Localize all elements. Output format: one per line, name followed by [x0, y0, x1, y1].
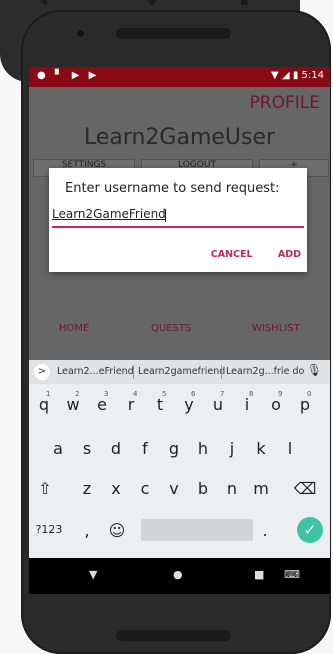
key-w[interactable]: w [61, 395, 85, 414]
enter-key-check-icon[interactable]: ✓ [297, 517, 323, 543]
suggestion-divider [133, 365, 134, 379]
key-x[interactable]: x [104, 479, 128, 498]
back-icon[interactable]: ▼ [89, 568, 97, 581]
camera-icon [77, 30, 84, 37]
key-u[interactable]: u [206, 395, 230, 414]
key-period[interactable]: . [253, 521, 277, 540]
clock: 5:14 [301, 70, 324, 81]
key-e[interactable]: e [90, 395, 114, 414]
device-screen: ● ▘ ▶ ▶ ▼ ◢ ▮ 5:14 PROFILE Learn2GameUse… [29, 67, 330, 594]
profile-username: Learn2GameUser [83, 125, 276, 150]
key-i[interactable]: i [235, 395, 259, 414]
keyboard-switch-icon[interactable]: ⌨ [284, 568, 300, 581]
dialog-title: Enter username to send request: [65, 181, 280, 196]
status-bar: ● ▘ ▶ ▶ ▼ ◢ ▮ 5:14 [29, 67, 330, 87]
key-n[interactable]: n [220, 479, 244, 498]
key-r[interactable]: r [119, 395, 143, 414]
key-k[interactable]: k [249, 439, 273, 458]
text-cursor [165, 209, 166, 222]
key-o[interactable]: o [264, 395, 288, 414]
key-comma[interactable]: , [75, 521, 99, 540]
signal-icon: ◢ [281, 70, 290, 81]
wifi-icon: ▼ [271, 70, 279, 81]
symbols-key[interactable]: ?123 [31, 523, 67, 536]
system-nav-bar: ▼ ● ■ ⌨ [29, 558, 330, 594]
key-h[interactable]: h [191, 439, 215, 458]
key-m[interactable]: m [249, 479, 273, 498]
add-button[interactable]: ADD [278, 249, 301, 260]
key-y[interactable]: y [177, 395, 201, 414]
page-title: PROFILE [249, 93, 320, 113]
home-icon[interactable]: ● [173, 568, 183, 581]
send-request-dialog: Enter username to send request: Learn2Ga… [49, 168, 307, 272]
username-input[interactable]: Learn2GameFriend [52, 204, 304, 228]
nav-wishlist[interactable]: WISHLIST [252, 323, 300, 334]
key-t[interactable]: t [148, 395, 172, 414]
speaker-grille [116, 28, 231, 39]
key-j[interactable]: j [220, 439, 244, 458]
key-l[interactable]: l [278, 439, 302, 458]
suggestion-3[interactable]: Learn2g...frie do [226, 366, 304, 377]
expand-suggestions-icon[interactable]: > [34, 364, 50, 380]
recents-icon[interactable]: ■ [254, 568, 264, 581]
key-v[interactable]: v [162, 479, 186, 498]
nav-home[interactable]: HOME [59, 323, 89, 334]
mic-icon[interactable]: 🎙 [307, 363, 322, 377]
key-q[interactable]: q [32, 395, 56, 414]
key-b[interactable]: b [191, 479, 215, 498]
key-z[interactable]: z [75, 479, 99, 498]
key-d[interactable]: d [104, 439, 128, 458]
suggestion-2[interactable]: Learn2gamefriend [138, 366, 225, 377]
key-p[interactable]: p [293, 395, 317, 414]
soft-keyboard: > Learn2...eFriend Learn2gamefriend Lear… [29, 360, 330, 558]
dialog-actions: CANCEL ADD [189, 249, 301, 260]
nav-quests[interactable]: QUESTS [151, 323, 191, 334]
key-a[interactable]: a [46, 439, 70, 458]
notification-icons: ● ▘ ▶ ▶ [37, 70, 100, 81]
key-s[interactable]: s [75, 439, 99, 458]
home-icon: ● [148, 0, 156, 7]
previous-nav-bar: ◀ ● ■ [40, 0, 260, 8]
bottom-speaker-grille [116, 630, 231, 641]
space-key[interactable] [141, 519, 253, 541]
recents-icon: ■ [240, 0, 249, 7]
backspace-icon[interactable]: ⌫ [293, 479, 317, 498]
emoji-icon[interactable]: ☺ [105, 521, 129, 540]
username-input-value: Learn2GameFriend [52, 207, 166, 221]
status-right: ▼ ◢ ▮ 5:14 [271, 70, 324, 81]
suggestion-1[interactable]: Learn2...eFriend [57, 366, 134, 377]
suggestion-divider [221, 365, 222, 379]
key-c[interactable]: c [133, 479, 157, 498]
key-g[interactable]: g [162, 439, 186, 458]
suggestion-strip: > Learn2...eFriend Learn2gamefriend Lear… [29, 360, 330, 384]
cancel-button[interactable]: CANCEL [211, 249, 253, 260]
battery-icon: ▮ [292, 70, 299, 81]
shift-icon[interactable]: ⇧ [33, 479, 57, 498]
back-icon: ◀ [40, 0, 47, 7]
key-f[interactable]: f [133, 439, 157, 458]
